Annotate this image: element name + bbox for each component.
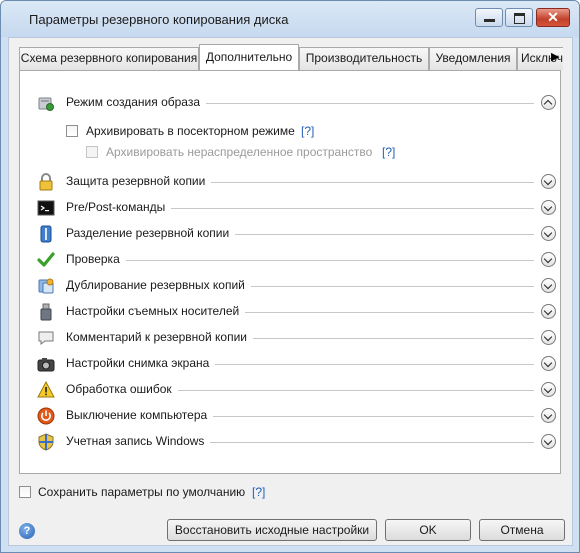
section-removable-media[interactable]: Настройки съемных носителей	[20, 302, 560, 322]
save-default-checkbox[interactable]	[19, 486, 31, 498]
usb-drive-icon	[40, 303, 52, 321]
section-label: Комментарий к резервной копии	[66, 330, 253, 344]
help-link[interactable]: [?]	[382, 145, 395, 159]
shield-icon	[38, 433, 54, 451]
power-icon	[37, 407, 55, 425]
close-button[interactable]: ✕	[536, 8, 570, 27]
expand-chevron-icon[interactable]	[541, 304, 556, 319]
command-prompt-icon	[37, 200, 55, 216]
warning-icon	[37, 381, 55, 398]
section-label: Настройки снимка экрана	[66, 356, 216, 370]
disk-image-icon	[38, 97, 54, 111]
expand-chevron-icon[interactable]	[541, 174, 556, 189]
title-bar[interactable]: Параметры резервного копирования диска ✕	[1, 1, 579, 37]
comment-icon	[38, 331, 54, 345]
expand-chevron-icon[interactable]	[541, 200, 556, 215]
section-screenshot-settings[interactable]: Настройки снимка экрана	[20, 354, 560, 374]
section-label: Выключение компьютера	[66, 408, 214, 422]
collapse-chevron-icon[interactable]	[541, 95, 556, 110]
tab-backup-scheme[interactable]: Схема резервного копирования	[19, 47, 199, 70]
expand-chevron-icon[interactable]	[541, 226, 556, 241]
section-prepost-commands[interactable]: Pre/Post-команды	[20, 198, 560, 218]
section-label: Защита резервной копии	[66, 174, 212, 188]
maximize-button[interactable]	[505, 8, 533, 27]
section-label: Учетная запись Windows	[66, 434, 211, 448]
section-backup-duplication[interactable]: Дублирование резервных копий	[20, 276, 560, 296]
camera-icon	[37, 358, 55, 372]
expand-chevron-icon[interactable]	[541, 434, 556, 449]
section-computer-shutdown[interactable]: Выключение компьютера	[20, 406, 560, 426]
dialog-client-area: Схема резервного копирования Дополнитель…	[8, 37, 573, 546]
advanced-settings-panel: Режим создания образа Архивировать в пос…	[19, 70, 561, 474]
option-unallocated-space: Архивировать нераспределенное пространст…	[86, 145, 406, 161]
section-error-handling[interactable]: Обработка ошибок	[20, 380, 560, 400]
expand-chevron-icon[interactable]	[541, 382, 556, 397]
tab-performance[interactable]: Производительность	[299, 47, 429, 70]
section-label: Pre/Post-команды	[66, 200, 172, 214]
tab-strip: Схема резервного копирования Дополнитель…	[19, 44, 563, 70]
tab-notifications[interactable]: Уведомления	[429, 47, 517, 70]
unallocated-checkbox	[86, 146, 98, 158]
ok-button[interactable]: OK	[385, 519, 471, 541]
section-label: Режим создания образа	[66, 95, 207, 109]
section-label: Обработка ошибок	[66, 382, 178, 396]
section-backup-protection[interactable]: Защита резервной копии	[20, 172, 560, 192]
section-label: Дублирование резервных копий	[66, 278, 251, 292]
minimize-button[interactable]	[475, 8, 503, 27]
section-validation[interactable]: Проверка	[20, 250, 560, 270]
dialog-window: Параметры резервного копирования диска ✕…	[0, 0, 580, 553]
option-label: Архивировать в посекторном режиме	[86, 124, 295, 138]
option-label: Архивировать нераспределенное пространст…	[106, 145, 373, 159]
help-link[interactable]: [?]	[252, 485, 265, 499]
cancel-button[interactable]: Отмена	[479, 519, 565, 541]
expand-chevron-icon[interactable]	[541, 356, 556, 371]
help-icon[interactable]: ?	[19, 523, 35, 539]
section-label: Проверка	[66, 252, 126, 266]
section-label: Настройки съемных носителей	[66, 304, 246, 318]
section-backup-comment[interactable]: Комментарий к резервной копии	[20, 328, 560, 348]
section-windows-account[interactable]: Учетная запись Windows	[20, 432, 560, 452]
option-label: Сохранить параметры по умолчанию	[38, 485, 246, 499]
section-backup-splitting[interactable]: Разделение резервной копии	[20, 224, 560, 244]
help-link[interactable]: [?]	[301, 124, 314, 138]
close-icon: ✕	[547, 9, 559, 25]
window-title: Параметры резервного копирования диска	[29, 12, 289, 27]
tab-scroll-right-icon[interactable]: ▶	[551, 50, 559, 63]
sector-by-sector-checkbox[interactable]	[66, 125, 78, 137]
section-image-mode[interactable]: Режим создания образа	[20, 93, 560, 113]
split-icon	[40, 225, 52, 243]
restore-defaults-button[interactable]: Восстановить исходные настройки	[167, 519, 377, 541]
expand-chevron-icon[interactable]	[541, 330, 556, 345]
expand-chevron-icon[interactable]	[541, 252, 556, 267]
duplicate-icon	[38, 278, 54, 294]
lock-icon	[39, 173, 53, 191]
section-label: Разделение резервной копии	[66, 226, 236, 240]
option-sector-by-sector[interactable]: Архивировать в посекторном режиме [?]	[66, 124, 366, 140]
tab-advanced[interactable]: Дополнительно	[199, 44, 299, 70]
expand-chevron-icon[interactable]	[541, 278, 556, 293]
option-save-as-default[interactable]: Сохранить параметры по умолчанию [?]	[19, 485, 319, 501]
section-divider	[66, 260, 534, 261]
checkmark-icon	[37, 252, 55, 267]
expand-chevron-icon[interactable]	[541, 408, 556, 423]
